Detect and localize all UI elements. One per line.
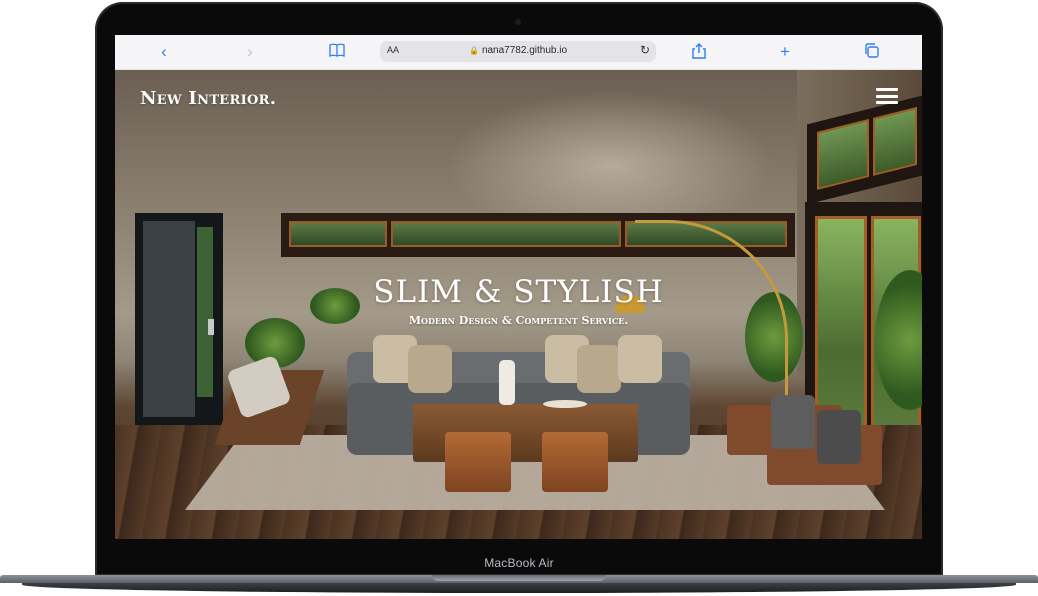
- plus-icon: +: [780, 42, 790, 61]
- hero-bowl: [543, 400, 587, 408]
- forward-button[interactable]: ›: [239, 43, 261, 61]
- chevron-left-icon: ‹: [161, 42, 167, 61]
- hero-pillow: [408, 345, 452, 393]
- bookmarks-button[interactable]: [326, 43, 348, 61]
- hero-pillow: [771, 395, 815, 449]
- device-label: MacBook Air: [484, 556, 554, 570]
- hero-subtitle: Modern Design & Competent Service.: [408, 314, 629, 327]
- share-icon: [692, 43, 706, 59]
- hero-section: New Interior. SLIM & STYLISH Modern Desi…: [115, 70, 922, 539]
- laptop-base: [0, 575, 1038, 596]
- tabs-overview-button[interactable]: [860, 43, 882, 62]
- new-tab-button[interactable]: +: [774, 43, 796, 61]
- site-logo[interactable]: New Interior.: [140, 88, 276, 109]
- hamburger-menu-icon[interactable]: [876, 88, 898, 104]
- browser-toolbar: ‹ › AA 🔒 nana7782.github.io ↻ +: [115, 35, 922, 70]
- url-display: 🔒 nana7782.github.io: [380, 45, 656, 56]
- hero-pillow: [817, 410, 861, 464]
- url-text: nana7782.github.io: [481, 45, 568, 56]
- hero-vase: [499, 360, 515, 405]
- lock-icon: 🔒: [468, 46, 479, 55]
- screen: ‹ › AA 🔒 nana7782.github.io ↻ + New Inte…: [115, 35, 922, 539]
- book-icon: [329, 43, 345, 58]
- hero-pillow: [577, 345, 621, 393]
- hero-ottoman: [542, 432, 608, 492]
- hero-title: SLIM & STYLISH: [373, 274, 664, 310]
- tabs-icon: [864, 43, 879, 58]
- chevron-right-icon: ›: [247, 42, 253, 61]
- share-button[interactable]: [688, 43, 710, 63]
- reload-icon[interactable]: ↻: [640, 43, 650, 57]
- back-button[interactable]: ‹: [153, 43, 175, 61]
- address-bar[interactable]: AA 🔒 nana7782.github.io ↻: [380, 41, 656, 62]
- hero-ottoman: [445, 432, 511, 492]
- camera-icon: [515, 19, 521, 25]
